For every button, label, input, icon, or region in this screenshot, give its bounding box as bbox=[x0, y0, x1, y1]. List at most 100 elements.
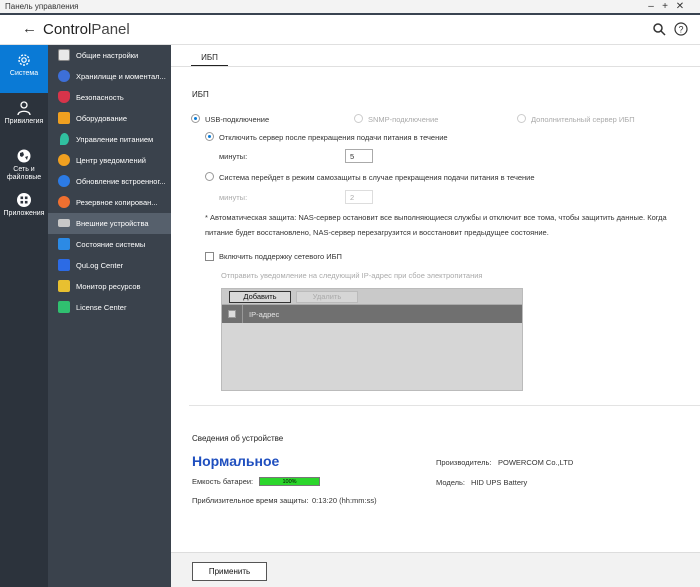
rail-item-network[interactable]: Сеть и файловые bbox=[0, 141, 48, 185]
protect-minutes-input[interactable]: 2 bbox=[345, 190, 373, 204]
close-button[interactable]: ✕ bbox=[673, 0, 687, 14]
system-status-icon bbox=[58, 238, 70, 250]
svg-text:?: ? bbox=[678, 25, 683, 35]
battery-label: Емкость батареи: bbox=[192, 477, 254, 486]
app-title: ControlPanel bbox=[43, 21, 130, 38]
sidebar-item-label: Внешние устройства bbox=[76, 219, 149, 228]
external-device-icon bbox=[58, 219, 70, 227]
model-label: Модель: bbox=[436, 478, 466, 487]
sidebar-item-label: Состояние системы bbox=[76, 240, 146, 249]
usb-mode-label: USB-подключение bbox=[205, 115, 270, 124]
rail-label: Система bbox=[9, 70, 39, 77]
delete-button[interactable]: Удалить bbox=[296, 291, 358, 303]
user-icon bbox=[17, 101, 31, 116]
battery-capacity-bar: 100% bbox=[259, 477, 320, 486]
resource-monitor-icon bbox=[58, 280, 70, 292]
help-icon[interactable]: ? bbox=[674, 22, 688, 36]
sidebar-item-general[interactable]: Общие настройки bbox=[48, 45, 171, 66]
minutes-label-disabled: минуты: bbox=[219, 193, 248, 202]
notification-icon bbox=[58, 154, 70, 166]
protect-time-value: 0:13:20 (hh:mm:ss) bbox=[312, 496, 377, 505]
sidebar-item-label: Общие настройки bbox=[76, 51, 139, 60]
sidebar-item-label: Резервное копирован... bbox=[76, 198, 158, 207]
rail-label: Привилегия bbox=[4, 118, 44, 125]
ip-address-grid: Добавить Удалить IP-адрес bbox=[221, 288, 523, 391]
gear-icon bbox=[18, 54, 30, 66]
category-rail: Система Привилегия Сеть и файловые Прило… bbox=[0, 45, 48, 587]
backup-icon bbox=[58, 196, 70, 208]
sidebar-item-firmware[interactable]: Обновление встроенног... bbox=[48, 171, 171, 192]
rail-item-privileges[interactable]: Привилегия bbox=[0, 93, 48, 141]
footer-bar: Применить bbox=[171, 552, 700, 587]
battery-value: 100% bbox=[282, 479, 297, 485]
server-mode-radio[interactable] bbox=[517, 114, 526, 123]
back-arrow-icon[interactable]: ← bbox=[22, 20, 37, 37]
sidebar-item-power[interactable]: Управление питанием bbox=[48, 129, 171, 150]
settings-doc-icon bbox=[58, 49, 70, 61]
sidebar-item-label: Центр уведомлений bbox=[76, 156, 146, 165]
minimize-button[interactable]: – bbox=[644, 0, 658, 14]
rail-item-system[interactable]: Система bbox=[0, 45, 48, 93]
manufacturer-label: Производитель: bbox=[436, 458, 492, 467]
sidebar-item-label: Управление питанием bbox=[76, 135, 154, 144]
rail-label: Сеть и файловые bbox=[6, 166, 42, 181]
sidebar-item-hardware[interactable]: Оборудование bbox=[48, 108, 171, 129]
sidebar-item-label: Оборудование bbox=[76, 114, 128, 123]
network-ups-checkbox[interactable] bbox=[205, 252, 214, 261]
security-icon bbox=[58, 91, 70, 103]
shutdown-minutes-input[interactable]: 5 bbox=[345, 149, 373, 163]
protect-option-radio[interactable] bbox=[205, 172, 214, 181]
sidebar-item-label: License Center bbox=[76, 303, 127, 312]
sidebar-item-label: Безопасность bbox=[76, 93, 124, 102]
sidebar-item-security[interactable]: Безопасность bbox=[48, 87, 171, 108]
server-mode-label: Дополнительный сервер ИБП bbox=[531, 115, 635, 124]
license-icon bbox=[58, 301, 70, 313]
device-info-title: Сведения об устройстве bbox=[192, 434, 284, 443]
apps-icon bbox=[17, 193, 31, 207]
main-panel: ИБП ИБП USB-подключение SNMP-подключение… bbox=[171, 45, 700, 587]
sidebar-item-label: Хранилище и моментал... bbox=[76, 72, 166, 81]
device-status: Нормальное bbox=[192, 453, 280, 469]
sidebar-item-license-center[interactable]: License Center bbox=[48, 297, 171, 318]
protect-time-label: Приблизительное время защиты: bbox=[192, 496, 309, 505]
minutes-label: минуты: bbox=[219, 152, 248, 161]
shutdown-option-radio[interactable] bbox=[205, 132, 214, 141]
manufacturer-value: POWERCOM Co.,LTD bbox=[498, 458, 574, 467]
add-button[interactable]: Добавить bbox=[229, 291, 291, 303]
grid-toolbar: Добавить Удалить bbox=[222, 289, 522, 305]
auto-protect-note-line2: питание будет восстановлено, NAS-сервер … bbox=[205, 228, 549, 237]
storage-icon bbox=[58, 70, 70, 82]
rail-label: Приложения bbox=[3, 210, 45, 217]
sidebar-item-backup[interactable]: Резервное копирован... bbox=[48, 192, 171, 213]
sidebar-item-system-status[interactable]: Состояние системы bbox=[48, 234, 171, 255]
usb-mode-radio[interactable] bbox=[191, 114, 200, 123]
qulog-icon bbox=[58, 259, 70, 271]
window-titlebar: Панель управления – + ✕ bbox=[0, 0, 700, 15]
select-all-checkbox[interactable] bbox=[228, 310, 236, 318]
sidebar-item-label: QuLog Center bbox=[76, 261, 124, 270]
search-icon[interactable] bbox=[652, 22, 666, 36]
hardware-icon bbox=[58, 112, 70, 124]
sidebar-item-notifications[interactable]: Центр уведомлений bbox=[48, 150, 171, 171]
tab-ups[interactable]: ИБП bbox=[191, 53, 228, 67]
power-icon bbox=[60, 133, 69, 145]
rail-item-apps[interactable]: Приложения bbox=[0, 185, 48, 233]
sidebar-item-external-devices[interactable]: Внешние устройства bbox=[48, 213, 171, 234]
sidebar-item-qulog[interactable]: QuLog Center bbox=[48, 255, 171, 276]
sidebar-item-label: Монитор ресурсов bbox=[76, 282, 141, 291]
sidebar-item-storage[interactable]: Хранилище и моментал... bbox=[48, 66, 171, 87]
notify-hint: Отправить уведомление на следующий IP-ад… bbox=[221, 271, 483, 280]
grid-header-row: IP-адрес bbox=[222, 305, 522, 323]
snmp-mode-label: SNMP-подключение bbox=[368, 115, 439, 124]
model-value: HID UPS Battery bbox=[471, 478, 528, 487]
protect-option-label: Система перейдет в режим самозащиты в сл… bbox=[219, 173, 535, 182]
app-title-bold: Control bbox=[43, 21, 92, 38]
maximize-button[interactable]: + bbox=[658, 0, 672, 14]
apply-button[interactable]: Применить bbox=[192, 562, 267, 581]
app-title-light: Panel bbox=[91, 21, 130, 38]
app-header: ← ControlPanel ? bbox=[0, 15, 700, 45]
globe-icon bbox=[17, 149, 31, 163]
shutdown-option-label: Отключить сервер после прекращения подач… bbox=[219, 133, 448, 142]
snmp-mode-radio[interactable] bbox=[354, 114, 363, 123]
sidebar-item-resource-monitor[interactable]: Монитор ресурсов bbox=[48, 276, 171, 297]
